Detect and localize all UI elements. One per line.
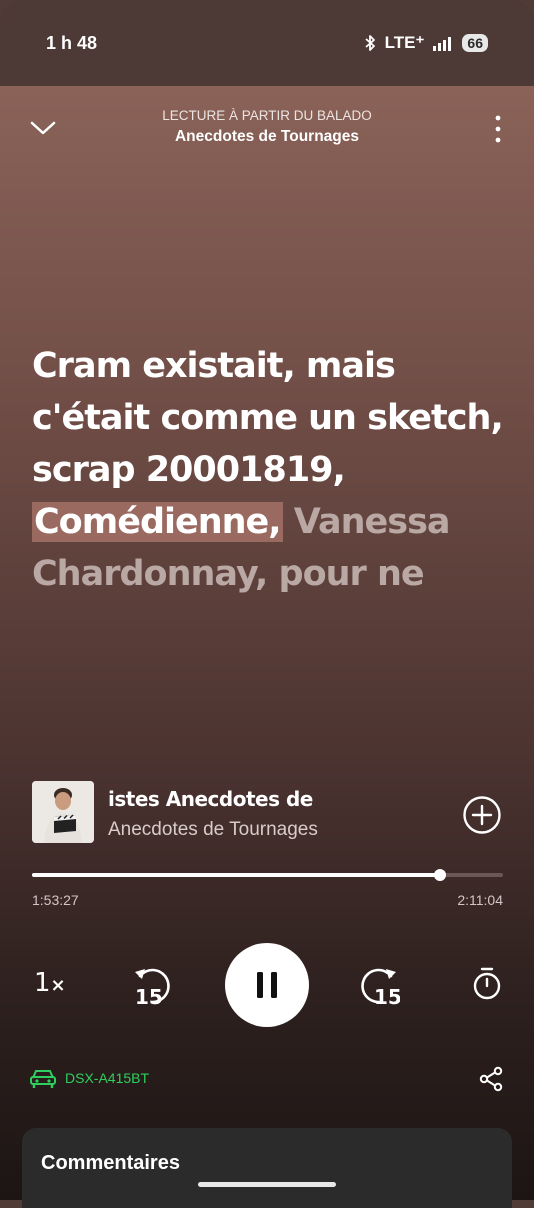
transcript-played: Cram existait, mais c'était comme un ske… — [32, 346, 504, 490]
total-time: 2:11:04 — [457, 892, 503, 908]
comments-panel[interactable]: Commentaires — [22, 1128, 512, 1208]
rewind-15-icon[interactable]: 15 — [131, 962, 173, 1008]
player-header: LECTURE À PARTIR DU BALADO Anecdotes de … — [0, 86, 534, 166]
transcript: Cram existait, mais c'était comme un ske… — [32, 340, 512, 600]
playback-controls: 1× 15 15 — [0, 940, 534, 1030]
now-playing: istes Anecdotes de Anecdotes de Tournage… — [32, 781, 502, 845]
elapsed-time: 1:53:27 — [32, 892, 79, 908]
more-icon[interactable] — [494, 114, 502, 144]
battery-icon: 66 — [462, 34, 488, 52]
add-circle-icon[interactable] — [462, 795, 502, 835]
forward-seconds: 15 — [374, 985, 400, 1008]
context-label: LECTURE À PARTIR DU BALADO — [162, 108, 372, 123]
transcript-current-word: Comédienne, — [32, 502, 283, 542]
device-name: DSX-A415BT — [65, 1070, 150, 1086]
now-playing-title[interactable]: istes Anecdotes de — [108, 787, 432, 815]
home-indicator[interactable] — [198, 1182, 336, 1187]
connected-device[interactable]: DSX-A415BT — [29, 1067, 149, 1089]
signal-icon — [433, 37, 452, 51]
speed-value: 1 — [34, 968, 51, 998]
episode-artwork[interactable] — [32, 781, 94, 843]
status-bar: 1 h 48 LTE⁺ 66 — [0, 0, 534, 86]
status-icons: LTE⁺ 66 — [363, 33, 488, 53]
progress-handle[interactable] — [433, 869, 446, 881]
bluetooth-icon — [365, 35, 375, 51]
progress-bar[interactable] — [32, 868, 503, 882]
pause-icon — [257, 972, 277, 998]
speed-suffix: × — [50, 975, 66, 996]
status-time: 1 h 48 — [46, 33, 98, 53]
now-playing-show[interactable]: Anecdotes de Tournages — [108, 819, 318, 841]
rewind-seconds: 15 — [135, 985, 163, 1008]
playback-speed-button[interactable]: 1× — [34, 968, 66, 998]
comments-title: Commentaires — [41, 1152, 180, 1174]
sleep-timer-icon[interactable] — [470, 966, 504, 1002]
share-icon[interactable] — [478, 1066, 504, 1092]
context-title[interactable]: Anecdotes de Tournages — [0, 128, 534, 146]
artwork-image — [32, 781, 94, 843]
progress-fill — [32, 873, 440, 877]
car-icon — [30, 1070, 56, 1088]
network-type: LTE⁺ — [384, 33, 425, 52]
forward-15-icon[interactable]: 15 — [358, 962, 400, 1008]
pause-button[interactable] — [225, 943, 309, 1027]
